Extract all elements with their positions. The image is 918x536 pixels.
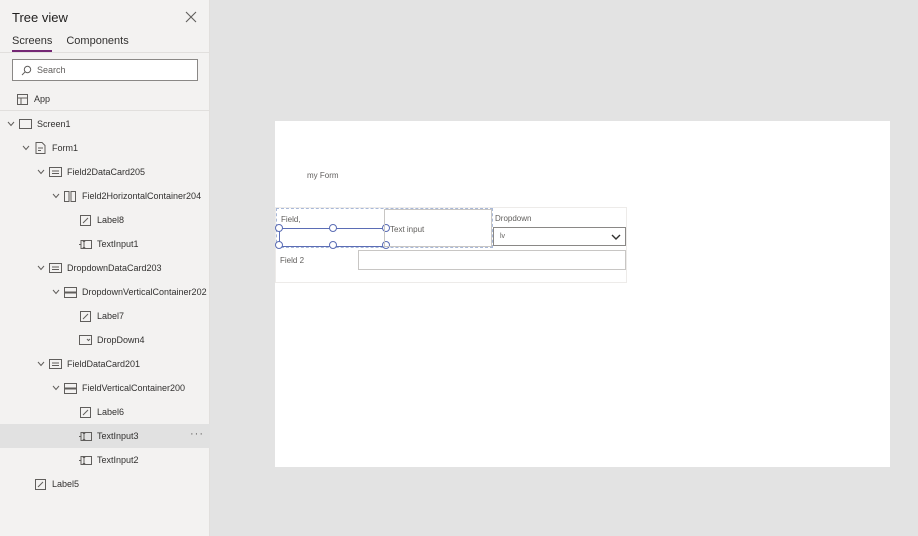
tree-list: Screen1 Form1 Field2DataCard205 Field2Horiz… <box>0 112 210 496</box>
form-title-label[interactable]: my Form <box>307 171 339 180</box>
tree-node[interactable]: Label5 <box>0 472 210 496</box>
tree-node-label: Label6 <box>97 407 125 417</box>
selected-textinput3[interactable] <box>275 224 390 249</box>
label-icon <box>78 406 92 418</box>
horizontal-container-icon <box>63 190 77 202</box>
app-divider <box>0 110 210 111</box>
resize-handle-t[interactable] <box>329 224 337 232</box>
dropdown4[interactable]: lv <box>493 227 626 246</box>
tree-node-label: DropdownDataCard203 <box>67 263 162 273</box>
tree-node-label: Field2DataCard205 <box>67 167 146 177</box>
card-icon <box>48 358 62 370</box>
more-options-icon[interactable]: ··· <box>190 428 204 440</box>
field2-label[interactable]: Field 2 <box>280 256 304 265</box>
text-input-icon <box>78 430 92 442</box>
tree-node[interactable]: Screen1 <box>0 112 210 136</box>
screen-canvas[interactable]: my Form Field, Text input Dropdown lv Fi… <box>275 121 890 467</box>
tree-node[interactable]: FieldVerticalContainer200 <box>0 376 210 400</box>
form1[interactable]: Field, Text input Dropdown lv Field 2 <box>275 207 627 283</box>
text-input1-text: Text input <box>390 225 425 234</box>
tree-node-label: Label7 <box>97 311 125 321</box>
tree-node[interactable]: TextInput1 <box>0 232 210 256</box>
vertical-container-icon <box>63 286 77 298</box>
chevron-down-icon[interactable] <box>21 143 31 153</box>
text-input-icon <box>78 238 92 250</box>
text-input1[interactable]: Text input <box>384 209 492 247</box>
tree-node[interactable]: FieldDataCard201 <box>0 352 210 376</box>
chevron-down-icon[interactable] <box>36 263 46 273</box>
resize-handle-b[interactable] <box>329 241 337 249</box>
label-icon <box>78 310 92 322</box>
tab-bar: Screens Components <box>12 35 129 52</box>
tree-node[interactable]: Label7 <box>0 304 210 328</box>
field2-data-card[interactable]: Field, Text input <box>275 208 493 249</box>
tree-node[interactable]: TextInput3 ··· <box>0 424 210 448</box>
tree-node-label: FieldDataCard201 <box>67 359 141 369</box>
search-icon <box>21 65 32 75</box>
search-box[interactable] <box>12 59 198 81</box>
chevron-down-icon[interactable] <box>51 191 61 201</box>
screen-icon <box>18 118 32 130</box>
tree-node[interactable]: Form1 <box>0 136 210 160</box>
form-icon <box>33 142 47 154</box>
tree-node-label: TextInput2 <box>97 455 139 465</box>
chevron-down-icon[interactable] <box>6 119 16 129</box>
tree-node[interactable]: Label8 <box>0 208 210 232</box>
tree-node-label: Form1 <box>52 143 79 153</box>
tree-node-label: DropdownVerticalContainer202 <box>82 287 207 297</box>
chevron-down-icon[interactable] <box>36 359 46 369</box>
card-icon <box>48 262 62 274</box>
dropdown-icon <box>78 334 92 346</box>
tree-node-label: Label5 <box>52 479 80 489</box>
chevron-down-icon[interactable] <box>51 287 61 297</box>
close-icon[interactable] <box>184 10 198 24</box>
tree-node-label: FieldVerticalContainer200 <box>82 383 186 393</box>
chevron-down-icon[interactable] <box>51 383 61 393</box>
tree-view-pane: Tree view Screens Components App Screen1… <box>0 0 210 536</box>
dropdown-data-card[interactable]: Dropdown lv <box>492 208 627 248</box>
resize-handle-tl[interactable] <box>275 224 283 232</box>
tree-node[interactable]: DropdownDataCard203 <box>0 256 210 280</box>
app-icon <box>17 93 28 105</box>
dropdown-value: lv <box>500 233 506 240</box>
card-icon <box>48 166 62 178</box>
vertical-container-icon <box>63 382 77 394</box>
tree-node-label: Label8 <box>97 215 125 225</box>
tab-screens[interactable]: Screens <box>12 35 53 52</box>
tree-node-label: DropDown4 <box>97 335 145 345</box>
text-input-icon <box>78 454 92 466</box>
tree-node-label: TextInput1 <box>97 239 139 249</box>
search-input[interactable] <box>37 65 187 75</box>
label-icon <box>33 478 47 490</box>
pane-title: Tree view <box>12 10 68 25</box>
field1-label[interactable]: Field, <box>281 215 301 224</box>
tabs-divider <box>0 52 210 53</box>
chevron-down-icon <box>611 234 621 240</box>
text-input2[interactable] <box>358 250 626 270</box>
tree-node-label: Field2HorizontalContainer204 <box>82 191 202 201</box>
tree-node[interactable]: TextInput2 <box>0 448 210 472</box>
chevron-down-icon[interactable] <box>36 167 46 177</box>
tree-node[interactable]: Label6 <box>0 400 210 424</box>
resize-handle-bl[interactable] <box>275 241 283 249</box>
label-icon <box>78 214 92 226</box>
tab-components[interactable]: Components <box>66 35 128 52</box>
tree-node[interactable]: DropDown4 <box>0 328 210 352</box>
tree-node[interactable]: Field2DataCard205 <box>0 160 210 184</box>
dropdown-label[interactable]: Dropdown <box>495 214 531 223</box>
tree-node[interactable]: DropdownVerticalContainer202 <box>0 280 210 304</box>
app-label: App <box>34 94 51 104</box>
tree-node[interactable]: Field2HorizontalContainer204 <box>0 184 210 208</box>
app-node[interactable]: App <box>0 89 210 109</box>
tree-node-label: Screen1 <box>37 119 71 129</box>
tree-node-label: TextInput3 <box>97 431 139 441</box>
